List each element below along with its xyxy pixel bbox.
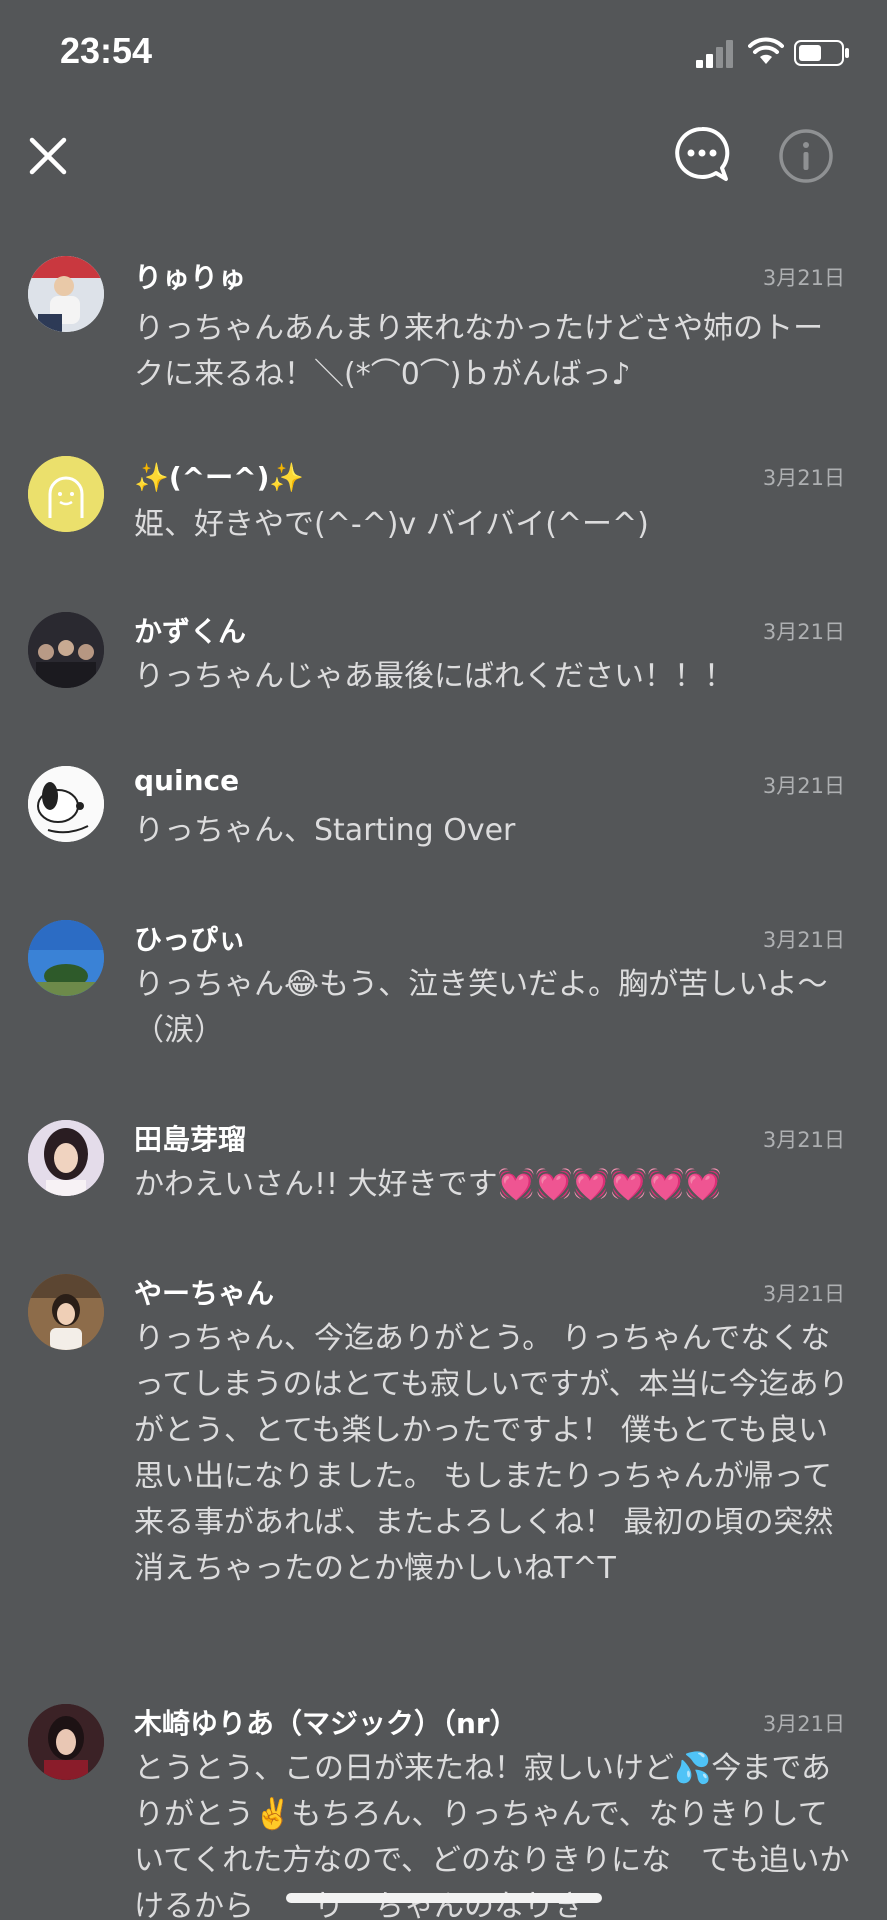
list-item[interactable]: 木崎ゆりあ（マジック）（nr） 3月21日 とうとう、この日が来たね！寂しいけど… xyxy=(0,1682,887,1920)
list-item[interactable]: ✨(^ー^)✨ 3月21日 姫、好きやで(^-^)v バイバイ(^ー^) xyxy=(0,430,887,590)
message-date: 3月21日 xyxy=(762,1712,845,1736)
avatar[interactable] xyxy=(28,612,104,688)
list-item[interactable]: りゅりゅ 3月21日 りっちゃんあんまり来れなかったけどさや姉のトークに来るね！… xyxy=(0,230,887,430)
avatar[interactable] xyxy=(28,766,104,842)
list-item[interactable]: quince 3月21日 りっちゃん、Starting Over xyxy=(0,744,887,898)
cellular-signal-icon xyxy=(696,40,733,68)
avatar[interactable] xyxy=(28,256,104,332)
message-date: 3月21日 xyxy=(762,1128,845,1152)
sender-name: quince xyxy=(134,764,240,797)
avatar[interactable] xyxy=(28,1274,104,1350)
avatar-photo-icon xyxy=(28,1120,104,1196)
message-date: 3月21日 xyxy=(762,774,845,798)
snoopy-avatar-icon xyxy=(28,766,104,842)
default-avatar-icon xyxy=(28,456,104,532)
message-date: 3月21日 xyxy=(762,620,845,644)
list-item[interactable]: ひっぴぃ 3月21日 りっちゃん😂もう、泣き笑いだよ。胸が苦しいよ〜（涙） xyxy=(0,898,887,1098)
message-text: 姫、好きやで(^-^)v バイバイ(^ー^) xyxy=(134,507,649,542)
avatar-photo-icon xyxy=(28,256,104,332)
avatar-photo-icon xyxy=(28,920,104,996)
avatar[interactable] xyxy=(28,1120,104,1196)
avatar[interactable] xyxy=(28,456,104,532)
sender-name: ひっぴぃ xyxy=(134,923,247,956)
top-bar xyxy=(0,110,887,210)
wifi-icon xyxy=(748,37,784,64)
battery-icon xyxy=(794,40,849,66)
list-item[interactable]: やーちゃん 3月21日 りっちゃん、今迄ありがとう。 りっちゃんでなくなってしま… xyxy=(0,1252,887,1682)
message-text: りっちゃんあんまり来れなかったけどさや姉のトークに来るね！＼(*⌒0⌒)ｂがんば… xyxy=(134,311,824,392)
sender-name: りゅりゅ xyxy=(134,261,247,294)
status-bar: 23:54 xyxy=(0,0,887,110)
chat-bubble-icon[interactable] xyxy=(672,124,732,184)
list-item[interactable]: かずくん 3月21日 りっちゃんじゃあ最後にばれください！！！ xyxy=(0,590,887,744)
avatar-photo-icon xyxy=(28,1274,104,1350)
sender-name: やーちゃん xyxy=(134,1277,275,1310)
message-date: 3月21日 xyxy=(762,266,845,290)
sender-name: かずくん xyxy=(134,615,247,648)
avatar-photo-icon xyxy=(28,612,104,688)
message-date: 3月21日 xyxy=(762,466,845,490)
avatar-photo-icon xyxy=(28,1704,104,1780)
home-indicator[interactable] xyxy=(286,1893,602,1903)
message-text: りっちゃん、Starting Over xyxy=(134,813,516,848)
message-text: かわえいさん!! 大好きです💓💓💓💓💓💓 xyxy=(134,1167,722,1202)
message-text: りっちゃんじゃあ最後にばれください！！！ xyxy=(134,659,734,694)
message-text: りっちゃん😂もう、泣き笑いだよ。胸が苦しいよ〜（涙） xyxy=(134,967,828,1048)
info-icon[interactable] xyxy=(778,128,834,184)
sender-name: 木崎ゆりあ（マジック）（nr） xyxy=(134,1707,518,1740)
sender-name: ✨(^ー^)✨ xyxy=(134,461,305,494)
status-time: 23:54 xyxy=(60,30,153,71)
close-icon[interactable] xyxy=(26,134,70,178)
avatar[interactable] xyxy=(28,920,104,996)
avatar[interactable] xyxy=(28,1704,104,1780)
message-text: りっちゃん、今迄ありがとう。 りっちゃんでなくなってしまうのはとても寂しいですが… xyxy=(134,1321,849,1586)
sender-name: 田島芽瑠 xyxy=(134,1123,247,1156)
message-date: 3月21日 xyxy=(762,928,845,952)
message-date: 3月21日 xyxy=(762,1282,845,1306)
list-item[interactable]: 田島芽瑠 3月21日 かわえいさん!! 大好きです💓💓💓💓💓💓 xyxy=(0,1098,887,1252)
